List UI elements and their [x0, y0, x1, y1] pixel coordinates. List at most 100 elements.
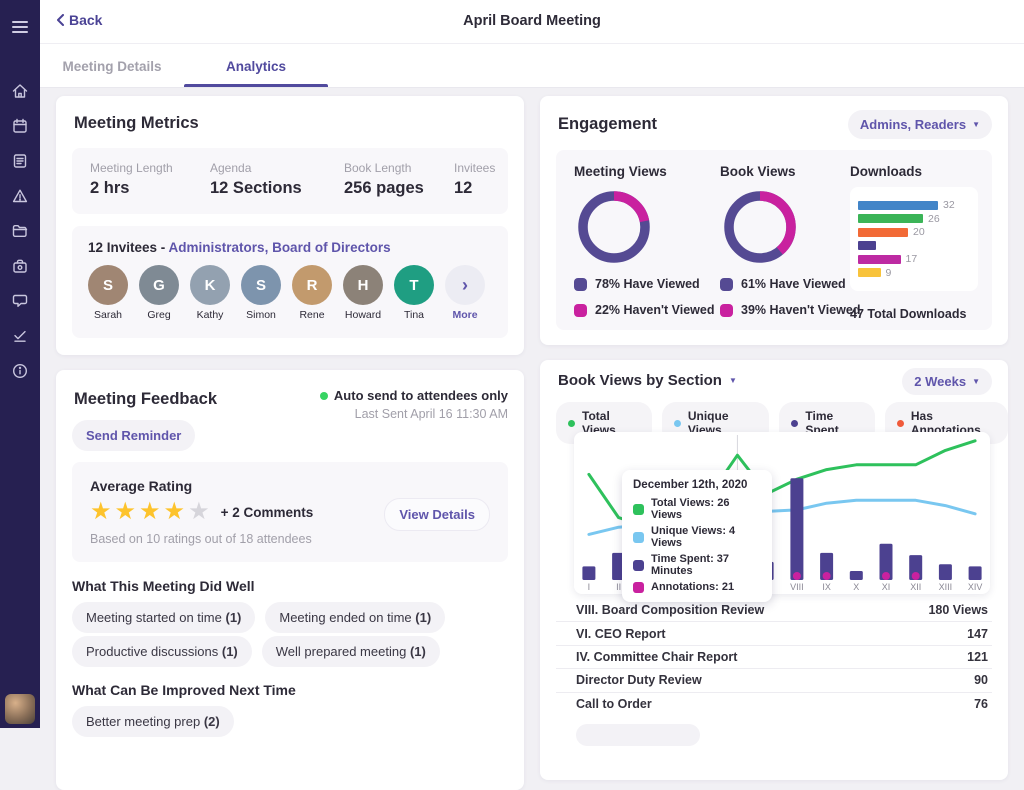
tab-meeting-details[interactable]: Meeting Details: [40, 44, 184, 88]
active-tab-underline: [184, 84, 328, 87]
avatar: H: [343, 265, 383, 305]
tab-analytics[interactable]: Analytics: [184, 44, 328, 88]
info-icon[interactable]: [11, 362, 29, 380]
engagement-card: Engagement Admins, Readers ▼ Meeting Vie…: [540, 96, 1008, 345]
legend-swatch: [574, 304, 587, 317]
view-all-button-partial[interactable]: [576, 724, 700, 746]
menu-icon[interactable]: [12, 18, 28, 36]
chat-icon[interactable]: [11, 292, 29, 310]
more-invitees-button[interactable]: › More: [445, 265, 485, 321]
invitee-simon: S Simon: [241, 265, 281, 321]
chart-tooltip: December 12th, 2020 Total Views: 26 View…: [622, 470, 772, 602]
legend-swatch: [574, 278, 587, 291]
svg-text:XIII: XIII: [939, 582, 953, 592]
tooltip-unique-views: Unique Views: 4 Views: [633, 525, 761, 549]
svg-text:II: II: [616, 582, 621, 592]
svg-text:VIII: VIII: [790, 582, 804, 592]
chevron-down-icon: ▼: [972, 377, 980, 386]
avatar: R: [292, 265, 332, 305]
invitee-greg: G Greg: [139, 265, 179, 321]
auto-send-status: Auto send to attendees only Last Sent Ap…: [320, 388, 508, 421]
last-sent-label: Last Sent April 16 11:30 AM: [320, 407, 508, 421]
meeting-metrics-title: Meeting Metrics: [74, 114, 199, 133]
meeting-views-donut-chart: [576, 189, 652, 265]
view-details-button[interactable]: View Details: [384, 498, 490, 531]
feedback-tag: Productive discussions (1): [72, 636, 252, 667]
download-bar-row: 32: [858, 201, 970, 210]
svg-text:X: X: [853, 582, 859, 592]
book-views-donut-chart: [722, 189, 798, 265]
tab-bar: Meeting Details Analytics: [40, 44, 1024, 88]
book-views-column: Book Views 61% Have Viewed 39% Haven't V…: [720, 164, 862, 317]
downloads-column: Downloads 322620179 47 Total Downloads: [850, 164, 986, 321]
book-icon[interactable]: [11, 152, 29, 170]
download-bar-row: 9: [858, 268, 970, 277]
period-filter-dropdown[interactable]: 2 Weeks ▼: [902, 368, 992, 395]
warning-icon[interactable]: [11, 187, 29, 205]
table-row: IV. Committee Chair Report121: [556, 645, 992, 668]
send-reminder-button[interactable]: Send Reminder: [72, 420, 195, 451]
bar-value-label: 9: [886, 267, 892, 279]
home-icon[interactable]: [11, 82, 29, 100]
chevron-right-icon: ›: [445, 265, 485, 305]
stat-book-length: Book Length256 pages: [344, 161, 424, 198]
feedback-tag: Well prepared meeting (1): [262, 636, 440, 667]
table-row: VIII. Board Composition Review180 Views: [556, 598, 992, 621]
legend-have-viewed: 61% Have Viewed: [720, 277, 862, 291]
legend-have-viewed: 78% Have Viewed: [574, 277, 716, 291]
invitee-sarah: S Sarah: [88, 265, 128, 321]
page-title: April Board Meeting: [40, 13, 1024, 29]
comments-label[interactable]: + 2 Comments: [221, 505, 314, 520]
status-dot: [320, 392, 328, 400]
bar-value-label: 32: [943, 199, 955, 211]
legend-dot: [791, 420, 798, 427]
legend-swatch: [720, 304, 733, 317]
bar-value-label: 26: [928, 213, 940, 225]
book-views-combo-chart: IIIIIIIVVVIVIIVIIIIXXXIXIIXIIIXIV Decemb…: [574, 432, 990, 594]
tooltip-time-spent: Time Spent: 37 Minutes: [633, 553, 761, 577]
engagement-title: Engagement: [558, 115, 657, 134]
book-views-section-dropdown[interactable]: Book Views by Section ▼: [558, 372, 737, 389]
star-icon: ★: [188, 498, 210, 525]
folder-icon[interactable]: [11, 222, 29, 240]
star-icon: ★: [139, 498, 161, 525]
download-bar-row: 26: [858, 214, 970, 223]
invitee-avatars: S Sarah G Greg K Kathy S Simon R Rene H …: [88, 265, 492, 321]
avatar: T: [394, 265, 434, 305]
user-avatar[interactable]: [5, 694, 35, 724]
invitee-groups-link[interactable]: Administrators, Board of Directors: [169, 240, 391, 255]
download-bar-row: 20: [858, 228, 970, 237]
audience-filter-dropdown[interactable]: Admins, Readers ▼: [848, 110, 992, 139]
star-icon: ★: [164, 498, 186, 525]
table-row: VI. CEO Report147: [556, 621, 992, 644]
download-bar: [858, 255, 901, 264]
engagement-panel: Meeting Views 78% Have Viewed 22% Haven'…: [556, 150, 992, 330]
invitees-count: 12 Invitees - Administrators, Board of D…: [88, 240, 492, 255]
approvals-icon[interactable]: [11, 327, 29, 345]
legend-dot: [674, 420, 681, 427]
svg-text:XI: XI: [882, 582, 891, 592]
download-bar: [858, 241, 876, 250]
calendar-icon[interactable]: [11, 117, 29, 135]
chevron-down-icon: ▼: [972, 120, 980, 129]
legend-dot: [897, 420, 904, 427]
bar-value-label: 17: [906, 253, 918, 265]
stat-agenda: Agenda12 Sections: [210, 161, 302, 198]
ratings-based-on: Based on 10 ratings out of 18 attendees: [90, 532, 490, 546]
download-bar-row: 17: [858, 255, 970, 264]
star-icon: ★: [115, 498, 137, 525]
top-bar: Back April Board Meeting: [40, 0, 1024, 44]
average-rating-panel: Average Rating ★★★★★ + 2 Comments View D…: [72, 462, 508, 562]
stat-invitees: Invitees12: [454, 161, 495, 198]
svg-text:XIV: XIV: [968, 582, 983, 592]
briefcase-icon[interactable]: [11, 257, 29, 275]
legend-havent-viewed: 39% Haven't Viewed: [720, 303, 862, 317]
download-bar: [858, 228, 908, 237]
legend-dot: [568, 420, 575, 427]
avatar: S: [241, 265, 281, 305]
legend-swatch: [720, 278, 733, 291]
did-well-title: What This Meeting Did Well: [72, 578, 255, 594]
tooltip-total-views: Total Views: 26 Views: [633, 497, 761, 521]
table-row: Call to Order76: [556, 692, 992, 715]
sidebar: [0, 0, 40, 728]
